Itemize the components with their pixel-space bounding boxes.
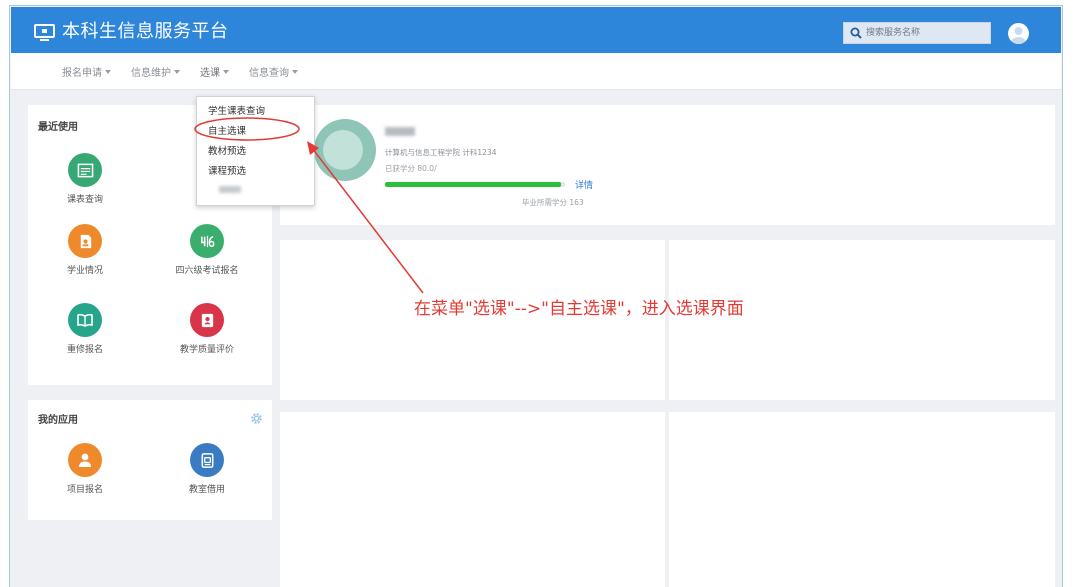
panel-title: 我的应用 (38, 415, 78, 426)
main-menu: 报名申请 信息维护 选课 信息查询 (11, 53, 1061, 90)
clipboard-icon (201, 452, 213, 468)
app-label: 教室借用 (188, 485, 225, 495)
chevron-down-icon (105, 69, 111, 74)
credits-required: 毕业所需学分 163 (522, 198, 584, 207)
app-icon-bg (68, 153, 102, 187)
student-name-blurred (385, 127, 415, 136)
menu-label: 信息查询 (249, 68, 289, 79)
course-selection-dropdown: 学生课表查询 自主选课 教材预选 课程预选 (196, 96, 315, 206)
dropdown-item-course-preselection[interactable]: 课程预选 (208, 163, 246, 177)
student-college-class: 计算机与信息工程学院 计科1234 (385, 148, 497, 157)
app-label: 四六级考试报名 (175, 266, 239, 276)
app-icon-bg (190, 303, 224, 337)
app-icon-bg (68, 443, 102, 477)
app-retake-registration[interactable]: 重修报名 (35, 303, 135, 355)
dropdown-item-self-course-selection[interactable]: 自主选课 (208, 123, 246, 137)
person-icon (79, 453, 91, 467)
app-classroom-booking[interactable]: 教室借用 (157, 443, 257, 495)
dropdown-item-timetable-query[interactable]: 学生课表查询 (208, 103, 265, 117)
book-icon (77, 313, 93, 327)
menu-info-query[interactable]: 信息查询 (249, 64, 298, 79)
chevron-down-icon (292, 69, 298, 74)
menu-course-selection[interactable]: 选课 (200, 64, 229, 79)
dropdown-item-textbook-preselection[interactable]: 教材预选 (208, 143, 246, 157)
dropdown-item-blurred[interactable] (219, 186, 241, 193)
annotation-text: 在菜单"选课"-->"自主选课"，进入选课界面 (414, 299, 744, 319)
detail-link[interactable]: 详情 (575, 178, 593, 191)
app-icon-bg (190, 224, 224, 258)
search-box[interactable] (843, 22, 991, 44)
credit-ring-inner (323, 130, 363, 170)
app-cet-registration[interactable]: 四六级考试报名 (157, 224, 257, 276)
app-label: 项目报名 (66, 485, 103, 495)
search-icon[interactable] (850, 27, 862, 39)
report-icon (80, 234, 91, 248)
app-title: 本科生信息服务平台 (62, 21, 229, 42)
app-teaching-evaluation[interactable]: 教学质量评价 (157, 303, 257, 355)
avatar-icon (1011, 27, 1026, 44)
app-label: 学业情况 (66, 266, 103, 276)
app-project-registration[interactable]: 项目报名 (35, 443, 135, 495)
menu-label: 报名申请 (62, 68, 102, 79)
menu-info-maintenance[interactable]: 信息维护 (131, 64, 180, 79)
calendar-icon (77, 163, 93, 177)
monitor-icon (34, 24, 55, 41)
credit-progress-fill (385, 182, 562, 187)
credits-earned: 已获学分 80.0/ (385, 164, 437, 173)
app-label: 重修报名 (66, 345, 103, 355)
chevron-down-icon (174, 69, 180, 74)
exam-icon (200, 235, 214, 247)
app-icon-bg (68, 224, 102, 258)
app-icon-bg (190, 443, 224, 477)
content-panel (280, 412, 665, 587)
content-panel (669, 240, 1055, 400)
content-panel (280, 240, 665, 400)
chevron-down-icon (223, 69, 229, 74)
evaluation-icon (201, 313, 213, 327)
panel-title: 最近使用 (38, 122, 78, 133)
app-label: 教学质量评价 (179, 345, 234, 355)
credit-ring (314, 119, 376, 181)
app-academic-status[interactable]: 学业情况 (35, 224, 135, 276)
app-icon-bg (68, 303, 102, 337)
content-panel (669, 412, 1055, 587)
avatar[interactable] (1008, 23, 1029, 44)
app-timetable-query[interactable]: 课表查询 (35, 153, 135, 205)
menu-label: 信息维护 (131, 68, 171, 79)
app-label: 课表查询 (66, 195, 103, 205)
menu-label: 选课 (200, 68, 220, 79)
credit-progress-bar (385, 182, 565, 187)
menu-registration[interactable]: 报名申请 (62, 64, 111, 79)
search-input[interactable] (866, 25, 986, 41)
gear-icon[interactable] (250, 412, 263, 425)
